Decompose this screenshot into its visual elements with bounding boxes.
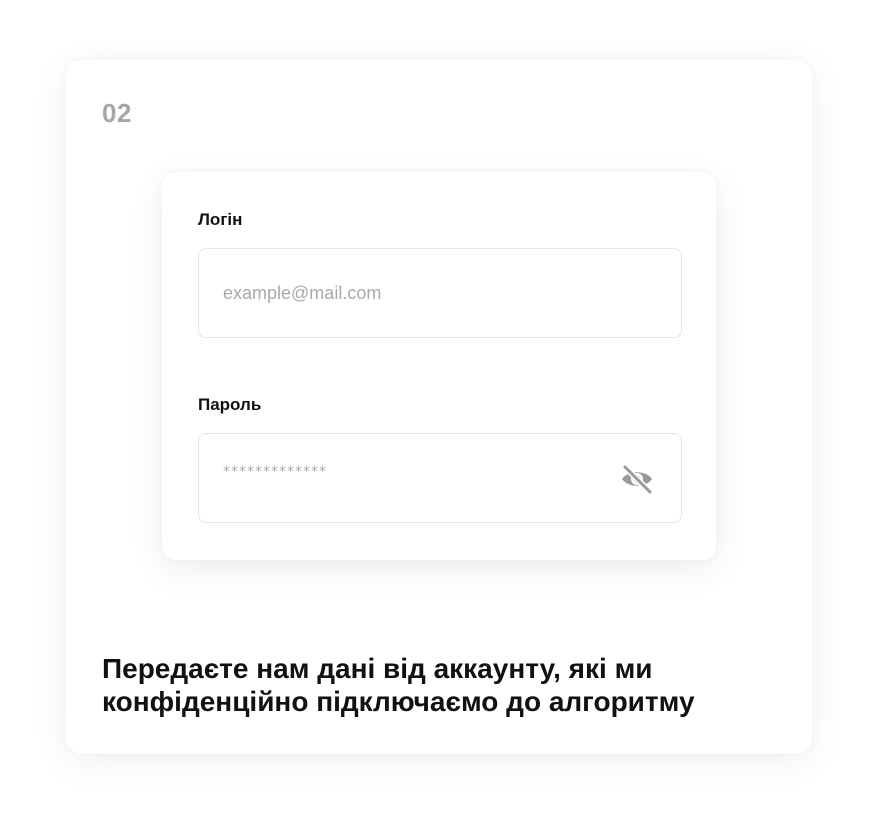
login-form-panel: Логін Пароль ************* [162, 172, 716, 560]
description-line-2: конфіденційно підключаємо до алгоритму [102, 686, 695, 717]
password-input[interactable]: ************* [223, 464, 327, 480]
password-label: Пароль [198, 395, 262, 414]
password-field-box[interactable]: ************* [198, 433, 682, 523]
login-input[interactable] [223, 249, 603, 337]
login-label: Логін [198, 210, 243, 229]
eye-off-icon[interactable] [619, 463, 655, 495]
login-field-box[interactable] [198, 248, 682, 338]
step-number: 02 [102, 98, 132, 128]
step-description: Передаєте нам дані від аккаунту, які ми … [102, 652, 762, 718]
step-card: 02 Логін Пароль ************* Передаєте … [66, 60, 812, 754]
description-line-1: Передаєте нам дані від аккаунту, які ми [102, 653, 653, 684]
